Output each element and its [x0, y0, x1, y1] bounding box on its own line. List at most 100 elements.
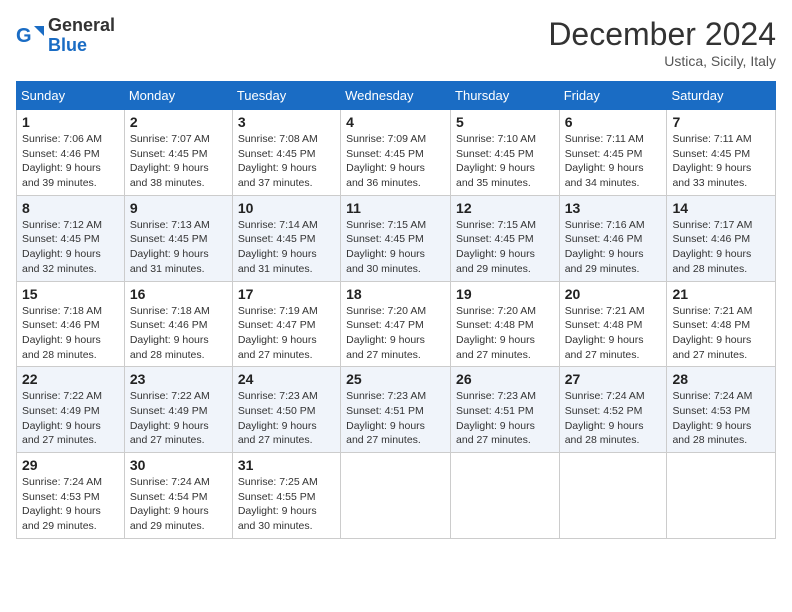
- day-info: Sunrise: 7:22 AMSunset: 4:49 PMDaylight:…: [22, 389, 119, 448]
- weekday-header-sunday: Sunday: [17, 82, 125, 110]
- day-number: 12: [456, 200, 554, 216]
- location: Ustica, Sicily, Italy: [548, 53, 776, 69]
- calendar-cell: 3 Sunrise: 7:08 AMSunset: 4:45 PMDaylight…: [232, 110, 340, 196]
- logo-text-line2: Blue: [48, 36, 115, 56]
- day-info: Sunrise: 7:10 AMSunset: 4:45 PMDaylight:…: [456, 132, 554, 191]
- day-number: 7: [672, 114, 770, 130]
- weekday-header-monday: Monday: [124, 82, 232, 110]
- day-info: Sunrise: 7:20 AMSunset: 4:48 PMDaylight:…: [456, 304, 554, 363]
- day-number: 19: [456, 286, 554, 302]
- calendar-cell: 19 Sunrise: 7:20 AMSunset: 4:48 PMDayligh…: [451, 281, 560, 367]
- calendar-cell: 12 Sunrise: 7:15 AMSunset: 4:45 PMDayligh…: [451, 195, 560, 281]
- day-info: Sunrise: 7:24 AMSunset: 4:53 PMDaylight:…: [22, 475, 119, 534]
- svg-text:G: G: [16, 25, 32, 47]
- calendar-cell: 10Sunrise: 7:14 AMSunset: 4:45 PMDayligh…: [232, 195, 340, 281]
- day-number: 18: [346, 286, 445, 302]
- day-info: Sunrise: 7:21 AMSunset: 4:48 PMDaylight:…: [565, 304, 662, 363]
- weekday-header-friday: Friday: [559, 82, 667, 110]
- day-number: 25: [346, 371, 445, 387]
- day-number: 8: [22, 200, 119, 216]
- calendar-cell: 17 Sunrise: 7:19 AMSunset: 4:47 PMDayligh…: [232, 281, 340, 367]
- calendar-cell: 24Sunrise: 7:23 AMSunset: 4:50 PMDayligh…: [232, 367, 340, 453]
- day-info: Sunrise: 7:12 AMSunset: 4:45 PMDaylight:…: [22, 218, 119, 277]
- calendar-cell: [667, 453, 776, 539]
- calendar-cell: 21 Sunrise: 7:21 AMSunset: 4:48 PMDayligh…: [667, 281, 776, 367]
- day-number: 31: [238, 457, 335, 473]
- day-info: Sunrise: 7:24 AMSunset: 4:54 PMDaylight:…: [130, 475, 227, 534]
- day-number: 29: [22, 457, 119, 473]
- day-number: 27: [565, 371, 662, 387]
- day-number: 9: [130, 200, 227, 216]
- day-number: 1: [22, 114, 119, 130]
- logo: G General Blue: [16, 16, 115, 56]
- day-info: Sunrise: 7:13 AMSunset: 4:45 PMDaylight:…: [130, 218, 227, 277]
- day-number: 24: [238, 371, 335, 387]
- day-info: Sunrise: 7:18 AMSunset: 4:46 PMDaylight:…: [130, 304, 227, 363]
- calendar-cell: 27Sunrise: 7:24 AMSunset: 4:52 PMDayligh…: [559, 367, 667, 453]
- day-number: 5: [456, 114, 554, 130]
- day-number: 15: [22, 286, 119, 302]
- day-info: Sunrise: 7:24 AMSunset: 4:53 PMDaylight:…: [672, 389, 770, 448]
- calendar-cell: 4Sunrise: 7:09 AMSunset: 4:45 PMDaylight…: [341, 110, 451, 196]
- day-number: 3: [238, 114, 335, 130]
- calendar-cell: 6Sunrise: 7:11 AMSunset: 4:45 PMDaylight…: [559, 110, 667, 196]
- day-info: Sunrise: 7:23 AMSunset: 4:51 PMDaylight:…: [456, 389, 554, 448]
- day-info: Sunrise: 7:22 AMSunset: 4:49 PMDaylight:…: [130, 389, 227, 448]
- day-info: Sunrise: 7:07 AMSunset: 4:45 PMDaylight:…: [130, 132, 227, 191]
- day-info: Sunrise: 7:14 AMSunset: 4:45 PMDaylight:…: [238, 218, 335, 277]
- calendar-cell: 1 Sunrise: 7:06 AMSunset: 4:46 PMDaylight…: [17, 110, 125, 196]
- day-number: 30: [130, 457, 227, 473]
- day-info: Sunrise: 7:16 AMSunset: 4:46 PMDaylight:…: [565, 218, 662, 277]
- day-info: Sunrise: 7:08 AMSunset: 4:45 PMDaylight:…: [238, 132, 335, 191]
- calendar-cell: 5 Sunrise: 7:10 AMSunset: 4:45 PMDaylight…: [451, 110, 560, 196]
- day-number: 16: [130, 286, 227, 302]
- calendar-cell: 20 Sunrise: 7:21 AMSunset: 4:48 PMDayligh…: [559, 281, 667, 367]
- calendar-cell: 14Sunrise: 7:17 AMSunset: 4:46 PMDayligh…: [667, 195, 776, 281]
- day-number: 21: [672, 286, 770, 302]
- calendar-cell: 9 Sunrise: 7:13 AMSunset: 4:45 PMDaylight…: [124, 195, 232, 281]
- logo-icon: G: [16, 22, 44, 50]
- calendar-cell: 30 Sunrise: 7:24 AMSunset: 4:54 PMDayligh…: [124, 453, 232, 539]
- calendar-cell: 26Sunrise: 7:23 AMSunset: 4:51 PMDayligh…: [451, 367, 560, 453]
- day-info: Sunrise: 7:09 AMSunset: 4:45 PMDaylight:…: [346, 132, 445, 191]
- calendar-cell: 13Sunrise: 7:16 AMSunset: 4:46 PMDayligh…: [559, 195, 667, 281]
- logo-text-line1: General: [48, 16, 115, 36]
- day-info: Sunrise: 7:21 AMSunset: 4:48 PMDaylight:…: [672, 304, 770, 363]
- calendar-cell: 15 Sunrise: 7:18 AMSunset: 4:46 PMDayligh…: [17, 281, 125, 367]
- day-number: 17: [238, 286, 335, 302]
- calendar-cell: 7 Sunrise: 7:11 AMSunset: 4:45 PMDaylight…: [667, 110, 776, 196]
- day-number: 28: [672, 371, 770, 387]
- day-info: Sunrise: 7:06 AMSunset: 4:46 PMDaylight:…: [22, 132, 119, 191]
- day-number: 20: [565, 286, 662, 302]
- day-info: Sunrise: 7:19 AMSunset: 4:47 PMDaylight:…: [238, 304, 335, 363]
- day-number: 22: [22, 371, 119, 387]
- day-info: Sunrise: 7:18 AMSunset: 4:46 PMDaylight:…: [22, 304, 119, 363]
- day-number: 23: [130, 371, 227, 387]
- calendar-cell: 2 Sunrise: 7:07 AMSunset: 4:45 PMDaylight…: [124, 110, 232, 196]
- day-info: Sunrise: 7:15 AMSunset: 4:45 PMDaylight:…: [346, 218, 445, 277]
- day-info: Sunrise: 7:15 AMSunset: 4:45 PMDaylight:…: [456, 218, 554, 277]
- calendar-cell: 29 Sunrise: 7:24 AMSunset: 4:53 PMDayligh…: [17, 453, 125, 539]
- weekday-header-thursday: Thursday: [451, 82, 560, 110]
- calendar-cell: [451, 453, 560, 539]
- weekday-header-saturday: Saturday: [667, 82, 776, 110]
- day-info: Sunrise: 7:17 AMSunset: 4:46 PMDaylight:…: [672, 218, 770, 277]
- calendar-cell: 16 Sunrise: 7:18 AMSunset: 4:46 PMDayligh…: [124, 281, 232, 367]
- calendar-cell: 28 Sunrise: 7:24 AMSunset: 4:53 PMDayligh…: [667, 367, 776, 453]
- month-title: December 2024: [548, 16, 776, 53]
- day-info: Sunrise: 7:11 AMSunset: 4:45 PMDaylight:…: [672, 132, 770, 191]
- calendar-cell: 8 Sunrise: 7:12 AMSunset: 4:45 PMDaylight…: [17, 195, 125, 281]
- page-header: G General Blue December 2024 Ustica, Sic…: [16, 16, 776, 69]
- day-number: 2: [130, 114, 227, 130]
- calendar-cell: 11Sunrise: 7:15 AMSunset: 4:45 PMDayligh…: [341, 195, 451, 281]
- day-info: Sunrise: 7:23 AMSunset: 4:51 PMDaylight:…: [346, 389, 445, 448]
- calendar-cell: 23 Sunrise: 7:22 AMSunset: 4:49 PMDayligh…: [124, 367, 232, 453]
- day-info: Sunrise: 7:11 AMSunset: 4:45 PMDaylight:…: [565, 132, 662, 191]
- weekday-header-wednesday: Wednesday: [341, 82, 451, 110]
- title-block: December 2024 Ustica, Sicily, Italy: [548, 16, 776, 69]
- calendar-cell: 25 Sunrise: 7:23 AMSunset: 4:51 PMDayligh…: [341, 367, 451, 453]
- calendar-cell: [341, 453, 451, 539]
- weekday-header-tuesday: Tuesday: [232, 82, 340, 110]
- day-info: Sunrise: 7:25 AMSunset: 4:55 PMDaylight:…: [238, 475, 335, 534]
- calendar-table: SundayMondayTuesdayWednesdayThursdayFrid…: [16, 81, 776, 539]
